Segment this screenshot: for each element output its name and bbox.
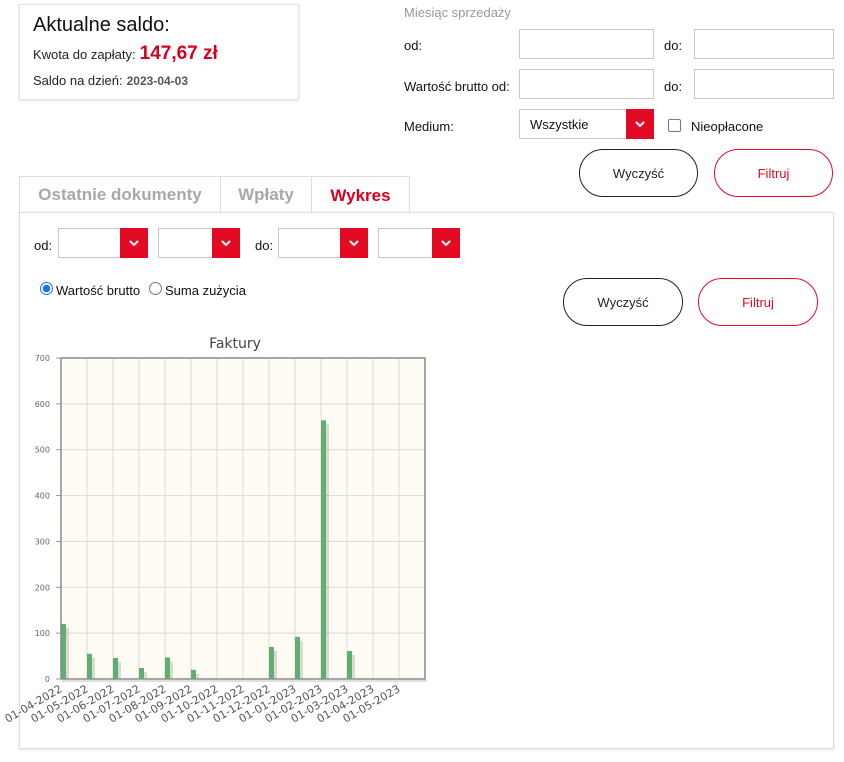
- bar: [113, 657, 118, 679]
- y-tick-label: 500: [35, 446, 50, 455]
- bar: [87, 653, 92, 679]
- chart-to-year-select[interactable]: [378, 228, 460, 258]
- balance-date-row: Saldo na dzień: 2023-04-03: [33, 73, 188, 88]
- balance-date-value: 2023-04-03: [126, 74, 189, 88]
- chevron-down-icon: [212, 228, 240, 258]
- gross-to-label: do:: [664, 79, 683, 94]
- chart-from-month-select[interactable]: [58, 228, 148, 258]
- tab-recent-documents[interactable]: Ostatnie dokumenty: [19, 176, 221, 213]
- radio-gross-label: Wartość brutto: [56, 283, 141, 298]
- radio-usage-sum[interactable]: [149, 282, 162, 295]
- gross-from-label: Wartość brutto od:: [404, 79, 510, 94]
- tab-payments[interactable]: Wpłaty: [221, 176, 312, 213]
- amount-value: 147,67 zł: [139, 43, 218, 64]
- chevron-down-icon: [340, 228, 368, 258]
- balance-title: Aktualne saldo:: [33, 14, 170, 36]
- chevron-down-icon: [626, 109, 654, 139]
- bar: [347, 651, 352, 679]
- y-tick-label: 200: [35, 583, 50, 592]
- chart-to-label: do:: [255, 238, 274, 253]
- medium-label: Medium:: [404, 119, 454, 134]
- chart-title: Faktury: [209, 336, 261, 352]
- medium-select[interactable]: Wszystkie: [519, 109, 654, 139]
- to-label: do:: [664, 38, 683, 53]
- y-tick-label: 400: [35, 492, 50, 501]
- bar: [191, 669, 196, 679]
- invoices-chart: Faktury 010020030040050060070001-04-2022…: [3, 336, 427, 726]
- unpaid-checkbox[interactable]: [668, 119, 681, 132]
- sales-month-to-input[interactable]: [694, 29, 834, 59]
- clear-button[interactable]: Wyczyść: [579, 149, 698, 197]
- amount-row: Kwota do zapłaty: 147,67 zł: [33, 43, 218, 65]
- bar: [295, 636, 300, 679]
- y-tick-label: 700: [35, 354, 50, 363]
- chart-from-label: od:: [34, 238, 53, 253]
- sales-month-from-input[interactable]: [519, 29, 654, 59]
- amount-label: Kwota do zapłaty:: [33, 47, 136, 62]
- chevron-down-icon: [432, 228, 460, 258]
- bar: [139, 667, 144, 679]
- medium-select-value: Wszystkie: [530, 117, 589, 132]
- gross-to-input[interactable]: [694, 69, 834, 99]
- y-tick-label: 0: [45, 675, 50, 684]
- bar: [321, 420, 326, 679]
- bar: [165, 657, 170, 679]
- unpaid-label: Nieopłacone: [691, 119, 764, 134]
- chart-filter-button[interactable]: Filtruj: [698, 278, 818, 326]
- balance-card: Aktualne saldo: Kwota do zapłaty: 147,67 …: [19, 4, 299, 100]
- radio-gross-value[interactable]: [40, 282, 53, 295]
- y-tick-label: 100: [35, 629, 50, 638]
- y-tick-label: 600: [35, 400, 50, 409]
- tab-chart[interactable]: Wykres: [312, 176, 410, 214]
- filter-button[interactable]: Filtruj: [714, 149, 833, 197]
- bar: [269, 646, 274, 679]
- gross-from-input[interactable]: [519, 69, 654, 99]
- balance-date-label: Saldo na dzień:: [33, 73, 123, 88]
- y-tick-label: 300: [35, 537, 50, 546]
- radio-usage-label: Suma zużycia: [165, 283, 246, 298]
- chart-clear-button[interactable]: Wyczyść: [563, 278, 683, 326]
- from-label: od:: [404, 38, 423, 53]
- chevron-down-icon: [120, 228, 148, 258]
- sales-month-title: Miesiąc sprzedaży: [404, 5, 511, 20]
- chart-from-year-select[interactable]: [158, 228, 240, 258]
- chart-to-month-select[interactable]: [278, 228, 368, 258]
